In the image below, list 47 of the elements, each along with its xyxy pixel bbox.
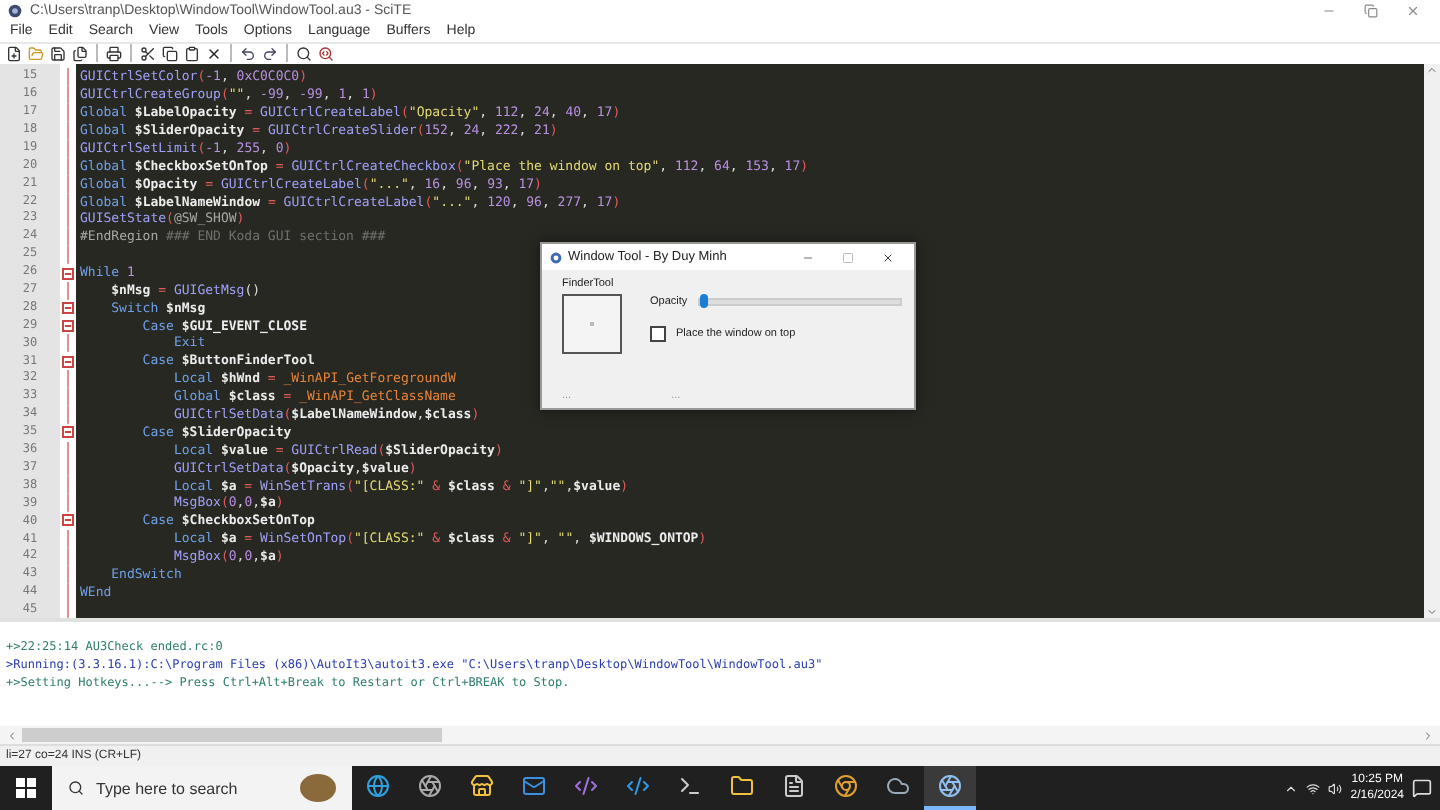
notification-icon[interactable] bbox=[1412, 778, 1432, 798]
fold-marker-icon[interactable] bbox=[62, 319, 74, 332]
browser-icon bbox=[834, 774, 858, 798]
network-icon[interactable] bbox=[1306, 781, 1321, 795]
store-icon bbox=[470, 774, 494, 798]
opacity-slider[interactable] bbox=[697, 298, 902, 307]
mail-icon bbox=[522, 774, 546, 798]
tray-expand-icon[interactable] bbox=[1284, 781, 1299, 795]
fold-marker-icon[interactable] bbox=[62, 514, 74, 527]
app-icon bbox=[8, 3, 22, 18]
print-icon[interactable] bbox=[106, 45, 122, 62]
document-icon bbox=[782, 774, 806, 798]
code-icon bbox=[574, 774, 598, 798]
fold-marker-icon[interactable] bbox=[62, 355, 74, 368]
fold-marker-icon[interactable] bbox=[62, 426, 74, 439]
undo-icon[interactable] bbox=[240, 45, 256, 62]
code-icon bbox=[626, 774, 650, 798]
save-as-icon[interactable] bbox=[72, 45, 88, 62]
search-icon bbox=[68, 780, 84, 796]
camera-icon bbox=[418, 774, 442, 798]
checkbox[interactable] bbox=[650, 326, 666, 343]
taskbar-app[interactable] bbox=[924, 766, 976, 810]
cloud-icon bbox=[886, 774, 910, 798]
restore-icon[interactable] bbox=[1364, 3, 1378, 18]
folder-icon bbox=[730, 774, 754, 798]
globe-icon bbox=[366, 774, 390, 798]
close-icon[interactable] bbox=[882, 251, 894, 264]
app-icon bbox=[550, 251, 562, 264]
delete-icon[interactable] bbox=[206, 45, 222, 62]
fold-marker-icon[interactable] bbox=[62, 302, 74, 315]
windows-logo-icon bbox=[16, 778, 36, 798]
terminal-icon bbox=[678, 774, 702, 798]
scrollbar-thumb[interactable] bbox=[22, 728, 442, 743]
search-icon[interactable] bbox=[296, 45, 312, 62]
volume-icon[interactable] bbox=[1328, 781, 1343, 795]
redo-icon[interactable] bbox=[262, 45, 278, 62]
copy-icon[interactable] bbox=[162, 45, 178, 62]
cut-icon[interactable] bbox=[140, 45, 156, 62]
save-icon[interactable] bbox=[50, 45, 66, 62]
app-icon bbox=[938, 774, 962, 798]
new-file-icon[interactable] bbox=[6, 45, 22, 62]
taskbar-search-field[interactable]: Type here to search bbox=[52, 766, 352, 810]
paste-icon[interactable] bbox=[184, 45, 200, 62]
slider-thumb[interactable] bbox=[699, 294, 708, 309]
fold-marker-icon[interactable] bbox=[62, 267, 74, 280]
replace-icon[interactable] bbox=[318, 45, 334, 62]
finder-tool-button[interactable] bbox=[562, 294, 622, 355]
